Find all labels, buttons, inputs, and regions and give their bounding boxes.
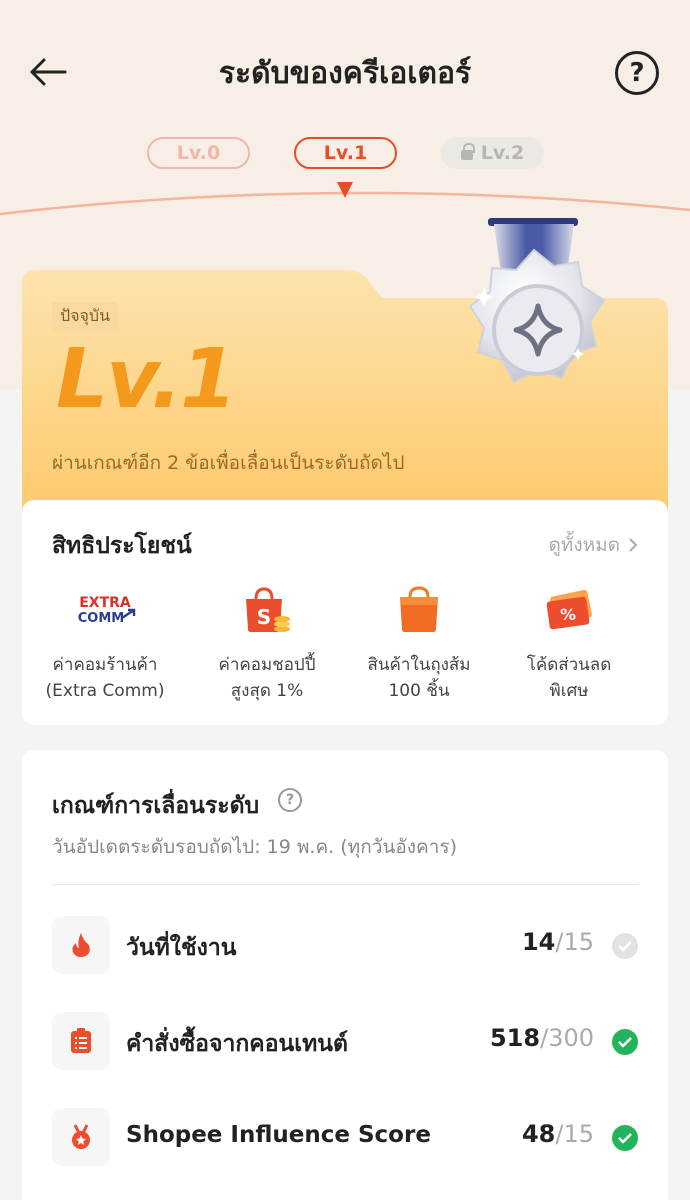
lock-icon bbox=[460, 143, 475, 160]
question-icon: ? bbox=[629, 58, 645, 88]
benefit-label: โค้ดส่วนลด พิเศษ bbox=[494, 652, 644, 704]
level-progress-text: ผ่านเกณฑ์อีก 2 ข้อเพื่อเลื่อนเป็นระดับถั… bbox=[52, 452, 405, 474]
benefit-label-line1: โค้ดส่วนลด bbox=[526, 655, 612, 675]
benefit-label-line1: สินค้าในถุงส้ม bbox=[367, 655, 471, 675]
criteria-target: 300 bbox=[548, 1024, 594, 1052]
benefit-label-line2: พิเศษ bbox=[549, 681, 589, 701]
page-title: ระดับของครีเอเตอร์ bbox=[218, 56, 472, 91]
benefit-extra-comm[interactable]: EXTRA COMM ค่าคอมร้านค้า (Extra Comm) bbox=[30, 582, 180, 704]
tab-level-label: Lv.0 bbox=[176, 142, 221, 164]
criteria-separator: / bbox=[540, 1024, 549, 1052]
criteria-label: วันที่ใช้งาน bbox=[126, 935, 237, 961]
benefit-label-line2: (Extra Comm) bbox=[45, 681, 165, 701]
chevron-right-icon bbox=[629, 538, 638, 552]
order-list-icon bbox=[52, 1012, 110, 1070]
level-pointer-icon bbox=[337, 182, 353, 198]
pending-check-icon bbox=[612, 933, 638, 959]
logo-text-comm: COMM bbox=[78, 611, 124, 626]
benefits-title: สิทธิประโยชน์ bbox=[52, 533, 192, 559]
benefit-voucher[interactable]: % โค้ดส่วนลด พิเศษ bbox=[494, 582, 644, 704]
benefit-label-line2: 100 ชิ้น bbox=[388, 681, 450, 701]
criteria-row-content-orders: คำสั่งซื้อจากคอนเทนต์ 518/300 bbox=[52, 1012, 638, 1072]
benefits-section: สิทธิประโยชน์ ดูทั้งหมด EXTRA COMM ค่าคอ… bbox=[22, 500, 668, 725]
extra-comm-logo-icon: EXTRA COMM bbox=[70, 582, 140, 638]
criteria-label: คำสั่งซื้อจากคอนเทนต์ bbox=[126, 1031, 348, 1057]
benefit-label-line1: ค่าคอมร้านค้า bbox=[52, 655, 158, 675]
svg-text:%: % bbox=[560, 605, 576, 624]
benefit-label: ค่าคอมชอปปี้ สูงสุด 1% bbox=[192, 652, 342, 704]
criteria-title: เกณฑ์การเลื่อนระดับ bbox=[52, 793, 260, 819]
benefit-orange-bag[interactable]: สินค้าในถุงส้ม 100 ชิ้น bbox=[344, 582, 494, 704]
current-level-badge: ปัจจุบัน bbox=[52, 302, 118, 331]
silver-medal-icon bbox=[468, 218, 606, 384]
benefit-label-line1: ค่าคอมชอปปี้ bbox=[218, 655, 316, 675]
criteria-row-active-days: วันที่ใช้งาน 14/15 bbox=[52, 916, 638, 976]
promotion-criteria-section: เกณฑ์การเลื่อนระดับ ? วันอัปเดตระดับรอบถ… bbox=[22, 750, 668, 1200]
criteria-row-influence-score: Shopee Influence Score 48/15 bbox=[52, 1108, 638, 1168]
header: ระดับของครีเอเตอร์ ? bbox=[0, 0, 690, 140]
tab-level-2[interactable]: Lv.2 bbox=[441, 137, 544, 169]
voucher-icon: % bbox=[534, 582, 604, 638]
criteria-current: 14 bbox=[521, 928, 556, 956]
benefit-label: สินค้าในถุงส้ม 100 ชิ้น bbox=[344, 652, 494, 704]
help-button[interactable]: ? bbox=[615, 51, 659, 95]
medal-icon bbox=[52, 1108, 110, 1166]
see-all-label: ดูทั้งหมด bbox=[548, 534, 620, 556]
tab-level-0[interactable]: Lv.0 bbox=[147, 137, 250, 169]
tab-level-label: Lv.2 bbox=[480, 142, 525, 164]
criteria-target: 15 bbox=[563, 928, 594, 956]
completed-check-icon bbox=[612, 1125, 638, 1151]
benefit-shopee-comm[interactable]: S ค่าคอมชอปปี้ สูงสุด 1% bbox=[192, 582, 342, 704]
criteria-target: 15 bbox=[563, 1120, 594, 1148]
criteria-progress: 48/15 bbox=[522, 1120, 594, 1148]
benefit-label: ค่าคอมร้านค้า (Extra Comm) bbox=[30, 652, 180, 704]
criteria-current: 518 bbox=[489, 1024, 541, 1052]
benefit-label-line2: สูงสุด 1% bbox=[230, 681, 304, 701]
orange-bag-icon bbox=[384, 582, 454, 638]
criteria-progress: 518/300 bbox=[490, 1024, 594, 1052]
tab-level-label: Lv.1 bbox=[323, 142, 368, 164]
criteria-label: Shopee Influence Score bbox=[126, 1122, 431, 1148]
divider bbox=[52, 884, 638, 885]
see-all-benefits-link[interactable]: ดูทั้งหมด bbox=[548, 530, 638, 560]
svg-text:S: S bbox=[257, 605, 271, 629]
next-update-text: วันอัปเดตระดับรอบถัดไป: 19 พ.ค. (ทุกวันอ… bbox=[52, 836, 458, 858]
criteria-progress: 14/15 bbox=[522, 928, 594, 956]
logo-text-extra: EXTRA bbox=[79, 595, 131, 611]
tab-level-1[interactable]: Lv.1 bbox=[294, 137, 397, 169]
criteria-help-icon[interactable]: ? bbox=[278, 788, 302, 812]
current-level-value: Lv.1 bbox=[56, 332, 237, 427]
flame-icon bbox=[52, 916, 110, 974]
completed-check-icon bbox=[612, 1029, 638, 1055]
criteria-current: 48 bbox=[521, 1120, 556, 1148]
shopee-bag-coins-icon: S bbox=[232, 582, 302, 638]
